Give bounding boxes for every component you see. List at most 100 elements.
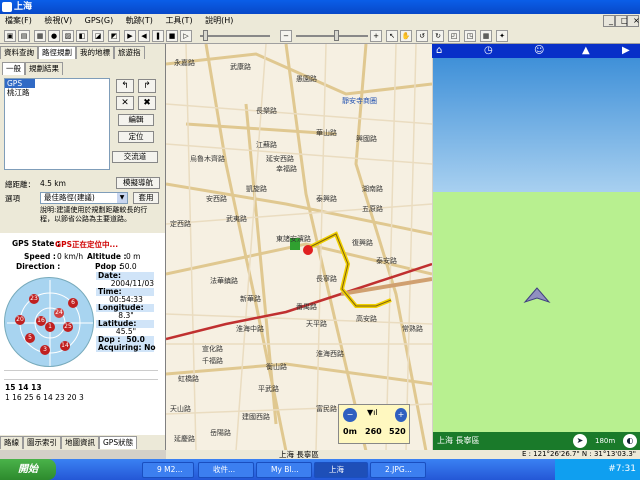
3d-status-bar: 上海 長寧區 ➤ 180m ◐ [433,432,640,450]
clock-icon[interactable]: ◷ [484,45,493,56]
menu-view[interactable]: 檢視(V) [39,14,77,28]
map-label: 泰安路 [376,257,397,265]
close-icon[interactable]: × [627,15,640,27]
taskbar-item[interactable]: 2.JPG... [370,462,426,478]
list-item[interactable]: GPS [5,79,35,88]
tab-gps-status[interactable]: GPS狀態 [99,436,138,449]
menu-tools[interactable]: 工具(T) [160,14,197,28]
track-b-icon[interactable]: ◩ [108,30,120,42]
zoom-slider[interactable] [296,35,368,37]
map-label: 番禺路 [296,303,317,311]
tab-data-query[interactable]: 資料查詢 [0,46,38,59]
chevron-down-icon[interactable]: ▼ [117,193,127,203]
option-label: 選項 [5,194,20,203]
tab-route-planning[interactable]: 路徑規劃 [38,46,76,59]
rotate-left-icon[interactable]: ↺ [416,30,428,42]
hand-pan-icon[interactable]: ✋ [400,30,412,42]
zoom-in-icon[interactable]: + [395,408,407,422]
zoom-slider-thumb[interactable] [334,30,339,41]
taskbar-item[interactable]: My Bl... [256,462,312,478]
view-2d-icon[interactable]: ◰ [448,30,460,42]
taskbar-item[interactable]: 9 M2... [142,462,194,478]
delete-icon[interactable]: ✕ [116,96,134,110]
3d-position-arrow [523,287,551,304]
minimize-icon[interactable]: _ [603,15,615,27]
simulate-nav-button[interactable]: 模擬導航 [116,177,160,189]
start-button[interactable]: 開始 [0,459,56,480]
locate-button[interactable]: 定位 [118,131,154,143]
tab-map-info[interactable]: 地圖資訊 [61,436,99,449]
chevron-right-icon[interactable]: ▶ [622,45,630,56]
layer-icon[interactable]: ◧ [76,30,88,42]
taskbar-item[interactable]: 收件... [198,462,254,478]
view-3d-icon[interactable]: ◳ [464,30,476,42]
vehicle-icon[interactable]: ▲ [582,45,590,56]
3d-ground [433,192,640,432]
gps-state-label: GPS State : [12,239,60,248]
rotate-right-icon[interactable]: ↻ [432,30,444,42]
forward-icon[interactable]: ▷ [180,30,192,42]
select-arrow-icon[interactable]: ↖ [386,30,398,42]
left-tabs: 資料查詢 路徑規劃 我的地標 旅遊指 [0,46,145,59]
tray-clock[interactable]: #7:31 [608,464,636,474]
tilt-icon[interactable]: ◐ [623,434,637,448]
compass-icon[interactable]: ➤ [573,434,587,448]
menu-help[interactable]: 說明(H) [200,14,238,28]
interchange-button[interactable]: 交流道 [112,151,158,163]
map-label: 建國西路 [242,413,270,421]
tab-general[interactable]: 一般 [2,62,25,75]
new-icon[interactable]: ▣ [4,30,16,42]
map-label: 靜安寺商圈 [342,97,377,105]
menu-gps[interactable]: GPS(G) [80,14,119,28]
tab-route[interactable]: 路線 [0,436,23,449]
apply-button[interactable]: 套用 [133,192,159,204]
playback-slider-thumb[interactable] [203,30,208,41]
toolbar: ▣ ▤ ▦ ● ▨ ◧ ◪ ◩ ▶ ◀ ❚ ■ ▷ − + ↖ ✋ ↺ ↻ ◰ … [0,28,640,44]
play-icon[interactable]: ▶ [124,30,136,42]
record-icon[interactable]: ● [48,30,60,42]
zoom-control[interactable]: − ▼ıl + 0m 260 520 [338,404,410,444]
playback-slider[interactable] [200,35,270,37]
title-bar: 上海 [0,0,640,14]
taskbar-item[interactable]: 上海 [314,462,368,478]
save-icon[interactable]: ▦ [34,30,46,42]
tab-icon-index[interactable]: 圖示索引 [23,436,61,449]
route-option-value: 最佳路徑(建議) [44,193,95,202]
grid-icon[interactable]: ▦ [480,30,492,42]
home-icon[interactable]: ⌂ [436,45,442,56]
tab-travel-guide[interactable]: 旅遊指 [114,46,145,59]
track-a-icon[interactable]: ◪ [92,30,104,42]
compass-icon[interactable]: ✦ [496,30,508,42]
map-label: 永嘉路 [174,59,195,67]
print-icon[interactable]: ▨ [62,30,74,42]
map-label: 天平路 [306,320,327,328]
map-label: 平武路 [258,385,279,393]
zoom-scale-mid: 260 [365,427,382,436]
edit-button[interactable]: 編輯 [118,114,154,126]
pdop-label: Pdop : [95,262,122,271]
person-icon[interactable]: ☺ [534,45,544,56]
open-icon[interactable]: ▤ [18,30,30,42]
route-option-select[interactable]: 最佳路徑(建議) ▼ [40,192,128,204]
tab-my-landmarks[interactable]: 我的地標 [76,46,114,59]
zoom-out-icon[interactable]: − [343,408,357,422]
satellite-marker: 24 [54,308,64,318]
menu-file[interactable]: 檔案(F) [0,14,37,28]
delete-all-icon[interactable]: ✖ [138,96,156,110]
pause-icon[interactable]: ❚ [152,30,164,42]
move-up-icon[interactable]: ↰ [116,79,134,93]
menu-track[interactable]: 軌跡(T) [121,14,158,28]
tab-plan-results[interactable]: 規劃結果 [25,62,63,75]
zoom-out-icon[interactable]: − [280,30,292,42]
restore-icon[interactable]: □ [615,15,629,27]
3d-view-header: ⌂ ◷ ☺ ▲ ▶ [432,44,640,58]
map-label: 武康路 [230,63,251,71]
stop-icon[interactable]: ■ [166,30,178,42]
list-item[interactable]: 桃江路 [5,88,109,97]
map-label: 定西路 [170,220,191,228]
zoom-in-icon[interactable]: + [370,30,382,42]
route-list[interactable]: GPS 桃江路 [4,78,110,170]
map-label: 長寧路 [316,275,337,283]
move-down-icon[interactable]: ↱ [138,79,156,93]
rewind-icon[interactable]: ◀ [138,30,150,42]
